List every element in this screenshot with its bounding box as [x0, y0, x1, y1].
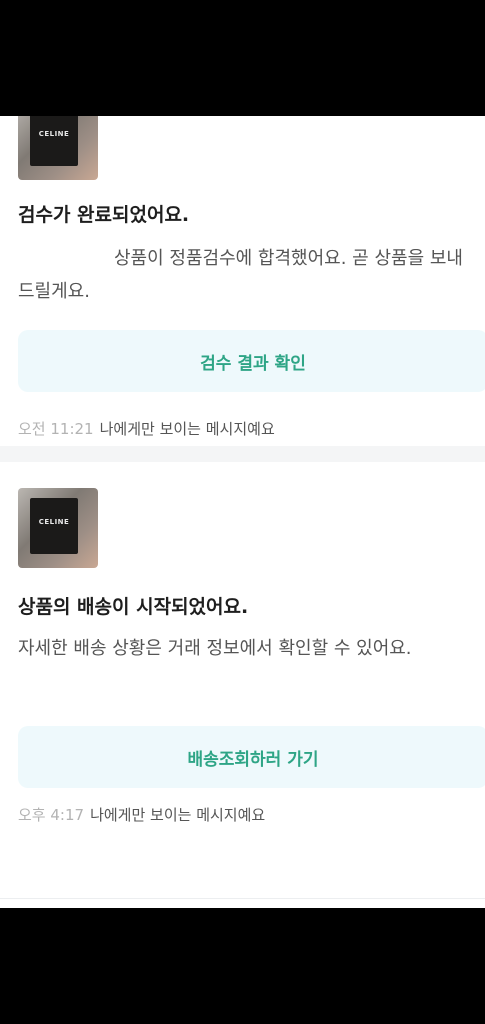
inspection-result-button[interactable]: 검수 결과 확인: [18, 330, 485, 392]
bag-image: CELINE: [30, 498, 78, 554]
message-time: 오전 11:21: [18, 420, 94, 438]
message-card-shipping: CELINE 상품의 배송이 시작되었어요. 자세한 배송 상황은 거래 정보에…: [0, 462, 485, 862]
message-title: 검수가 완료되었어요.: [18, 204, 190, 226]
message-body: 상품이 정품검수에 합격했어요. 곧 상품을 보내드릴게요.: [18, 248, 463, 302]
message-body: 자세한 배송 상황은 거래 정보에서 확인할 수 있어요.: [18, 638, 412, 659]
product-thumbnail[interactable]: CELINE: [18, 488, 98, 568]
chat-screen: CELINE 검수가 완료되었어요. 상품이 정품검수에 합격했어요. 곧 상품…: [0, 116, 485, 908]
visibility-note: 나에게만 보이는 메시지예요: [90, 806, 266, 824]
bottom-letterbox: [0, 908, 485, 1024]
visibility-note: 나에게만 보이는 메시지예요: [99, 420, 275, 438]
bag-image: CELINE: [30, 116, 78, 166]
bag-logo: CELINE: [38, 130, 70, 138]
bag-logo: CELINE: [38, 518, 70, 526]
message-time: 오후 4:17: [18, 806, 85, 824]
top-letterbox: [0, 0, 485, 116]
message-title: 상품의 배송이 시작되었어요.: [18, 596, 249, 618]
track-shipping-button[interactable]: 배송조회하러 가기: [18, 726, 485, 788]
product-thumbnail[interactable]: CELINE: [18, 116, 98, 180]
message-meta: 오후 4:17 나에게만 보이는 메시지예요: [18, 804, 265, 825]
bottom-divider: [0, 898, 485, 899]
message-meta: 오전 11:21 나에게만 보이는 메시지예요: [18, 418, 275, 439]
message-divider: [0, 446, 485, 462]
message-card-inspection: CELINE 검수가 완료되었어요. 상품이 정품검수에 합격했어요. 곧 상품…: [0, 116, 485, 446]
